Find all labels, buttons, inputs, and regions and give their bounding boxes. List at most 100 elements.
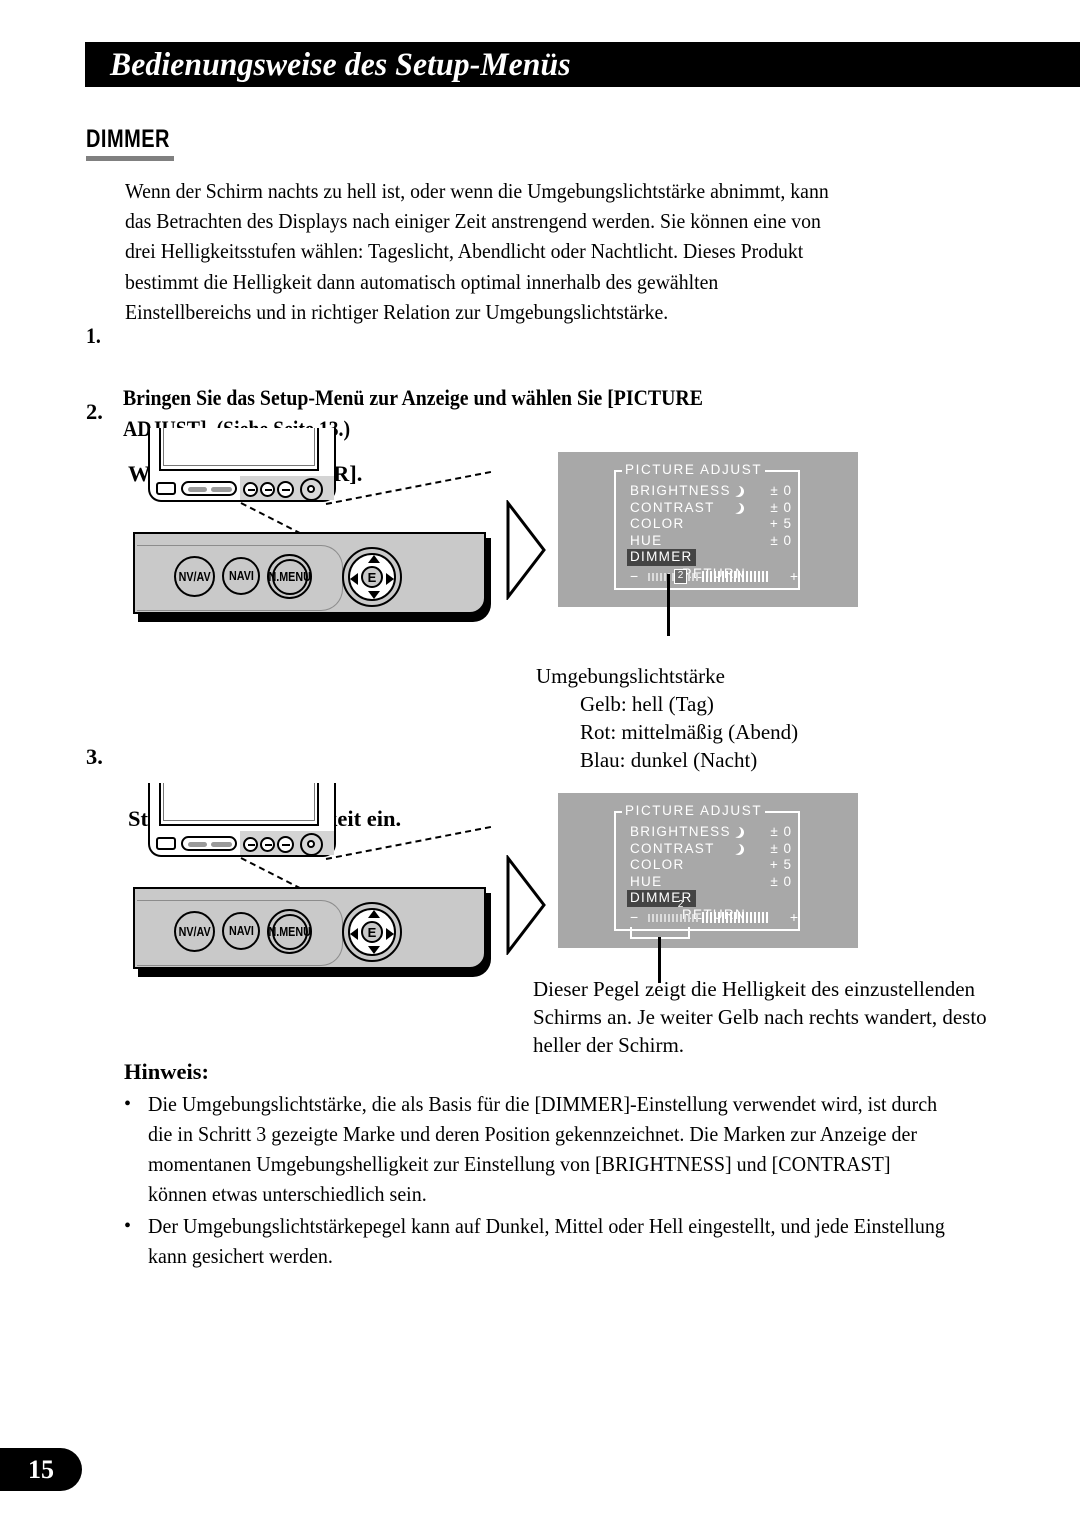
monitor-dpad <box>300 478 323 501</box>
osd-row-brightness-1[interactable]: BRIGHTNESS ± 0 <box>630 483 798 500</box>
osd-level-bar-1[interactable]: − + 2 <box>630 569 798 584</box>
osd-title-1: PICTURE ADJUST <box>622 461 766 479</box>
monitor-square-button <box>156 482 176 495</box>
osd-label-dimmer-1: DIMMER <box>627 549 696 566</box>
osd-bar-solid-segments-2 <box>702 912 769 923</box>
flow-arrow-icon-1 <box>506 500 546 600</box>
osd-label-contrast-2: CONTRAST <box>630 840 715 856</box>
moon-icon-contrast-2 <box>730 842 744 855</box>
device-illustration-1: NV/AV NAVI N.MENU E <box>133 428 513 632</box>
osd-row-hue-2[interactable]: HUE ± 0 <box>630 874 798 891</box>
monitor-unit <box>148 428 338 504</box>
osd-row-contrast-1[interactable]: CONTRAST ± 0 <box>630 500 798 517</box>
osd-value-hue-1: ± 0 <box>770 532 792 548</box>
osd-value-brightness-2: ± 0 <box>770 824 792 839</box>
step-3-number: 3. <box>86 744 103 769</box>
control-panel-zoom: NV/AV NAVI N.MENU E <box>133 532 491 622</box>
osd-row-dimmer-1[interactable]: DIMMER <box>627 549 798 566</box>
bullet-icon-1: • <box>124 1093 132 1115</box>
n-menu-button-2[interactable]: N.MENU <box>267 909 312 954</box>
moon-icon-brightness-2 <box>730 826 744 838</box>
callout-dashed-right <box>325 470 492 505</box>
osd-screen-2: PICTURE ADJUST BRIGHTNESS ± 0 CONTRAST ±… <box>558 793 858 983</box>
osd-title-2: PICTURE ADJUST <box>622 802 766 820</box>
monitor-round-button-1 <box>243 482 258 497</box>
dpad-right-arrow-icon-2[interactable] <box>386 928 394 940</box>
ambient-caption-title: Umgebungslichtstärke <box>536 664 725 688</box>
osd-ambient-marker-2: 2 <box>677 899 684 910</box>
step-2-number: 2. <box>86 399 103 424</box>
osd-screen-1: PICTURE ADJUST BRIGHTNESS ± 0 CONTRAST ±… <box>558 452 858 636</box>
monitor-slider-buttons <box>181 481 237 496</box>
osd-label-color-1: COLOR <box>630 516 685 531</box>
osd-row-brightness-2[interactable]: BRIGHTNESS ± 0 <box>630 824 798 841</box>
dpad-enter-button[interactable]: E <box>361 566 383 588</box>
osd-value-brightness-1: ± 0 <box>770 483 792 498</box>
osd-label-brightness-2: BRIGHTNESS <box>630 824 731 839</box>
osd-value-contrast-1: ± 0 <box>770 499 792 515</box>
dpad-down-arrow-icon-2[interactable] <box>368 946 380 954</box>
monitor-dpad-2 <box>300 833 323 856</box>
osd-row-contrast-2[interactable]: CONTRAST ± 0 <box>630 841 798 858</box>
navi-button-2[interactable]: NAVI <box>222 912 260 950</box>
osd-value-color-1: + 5 <box>769 516 792 531</box>
bullet-icon-2: • <box>124 1215 132 1237</box>
osd-level-bar-2[interactable]: − + 2 <box>630 899 798 925</box>
osd-row-color-1[interactable]: COLOR + 5 <box>630 516 798 533</box>
osd-bar-plus-1: + <box>789 568 798 584</box>
intro-paragraph: Wenn der Schirm nachts zu hell ist, oder… <box>125 179 829 324</box>
dpad-control[interactable]: E <box>342 547 402 607</box>
step-1-number: 1. <box>86 323 101 348</box>
moon-icon-brightness-1 <box>730 485 744 497</box>
n-menu-label-2: N.MENU <box>268 924 311 939</box>
osd-callout-line-1 <box>667 574 670 636</box>
dpad-enter-button-2[interactable]: E <box>361 921 383 943</box>
dpad-up-arrow-icon-2[interactable] <box>368 910 380 918</box>
section-underline <box>86 156 174 161</box>
osd-frame-1: PICTURE ADJUST BRIGHTNESS ± 0 CONTRAST ±… <box>614 461 800 590</box>
dpad-control-2[interactable]: E <box>342 902 402 962</box>
monitor-unit-2 <box>148 783 338 859</box>
osd-value-hue-2: ± 0 <box>770 873 792 889</box>
n-menu-button[interactable]: N.MENU <box>267 554 312 599</box>
note-item-1-text: Die Umgebungslichtstärke, die als Basis … <box>148 1092 938 1206</box>
navi-label-2: NAVI <box>228 924 254 938</box>
moon-icon-contrast-1 <box>730 501 744 514</box>
dpad-left-arrow-icon[interactable] <box>350 573 358 585</box>
osd-bar-minus-1: − <box>630 568 639 584</box>
monitor-screen-inner-2 <box>163 783 315 821</box>
osd-frame-2: PICTURE ADJUST BRIGHTNESS ± 0 CONTRAST ±… <box>614 802 800 939</box>
monitor-round-button-2 <box>260 482 275 497</box>
note-item-2-text: Der Umgebungslichtstärkepegel kann auf D… <box>148 1214 945 1268</box>
device-illustration-2: NV/AV NAVI N.MENU E <box>133 783 513 987</box>
osd-label-color-2: COLOR <box>630 857 685 872</box>
level-caption: Dieser Pegel zeigt die Helligkeit des ei… <box>533 977 987 1057</box>
dpad-right-arrow-icon[interactable] <box>386 573 394 585</box>
nv-av-label: NV/AV <box>178 569 211 584</box>
monitor-round-button-3-2 <box>277 836 294 853</box>
control-panel-zoom-2: NV/AV NAVI N.MENU E <box>133 887 491 977</box>
osd-row-dimmer-2[interactable]: DIMMER <box>627 890 798 907</box>
panel-face-2: NV/AV NAVI N.MENU E <box>133 887 486 969</box>
osd-bar-solid-segments-1 <box>702 571 769 582</box>
page-number-tab: 15 <box>0 1448 82 1491</box>
osd-label-contrast-1: CONTRAST <box>630 499 715 515</box>
osd-rows-1: BRIGHTNESS ± 0 CONTRAST ± 0 COLOR + 5 HU… <box>627 483 798 582</box>
osd-bar-plus-2: + <box>789 909 798 925</box>
n-menu-label: N.MENU <box>268 569 311 584</box>
dpad-up-arrow-icon[interactable] <box>368 555 380 563</box>
dpad-down-arrow-icon[interactable] <box>368 591 380 599</box>
monitor-round-button-1-2 <box>243 837 258 852</box>
monitor-square-button-2 <box>156 837 176 850</box>
osd-row-color-2[interactable]: COLOR + 5 <box>630 857 798 874</box>
osd-label-hue-1: HUE <box>630 532 663 548</box>
note-title: Hinweis: <box>124 1059 210 1084</box>
nv-av-button-2[interactable]: NV/AV <box>174 911 215 952</box>
osd-row-hue-1[interactable]: HUE ± 0 <box>630 533 798 550</box>
note-list: • Die Umgebungslichtstärke, die als Basi… <box>124 1089 1024 1273</box>
monitor-round-button-2-2 <box>260 837 275 852</box>
dpad-left-arrow-icon-2[interactable] <box>350 928 358 940</box>
navi-button[interactable]: NAVI <box>222 557 260 595</box>
nv-av-button[interactable]: NV/AV <box>174 556 215 597</box>
monitor-screen-inner <box>163 428 315 466</box>
